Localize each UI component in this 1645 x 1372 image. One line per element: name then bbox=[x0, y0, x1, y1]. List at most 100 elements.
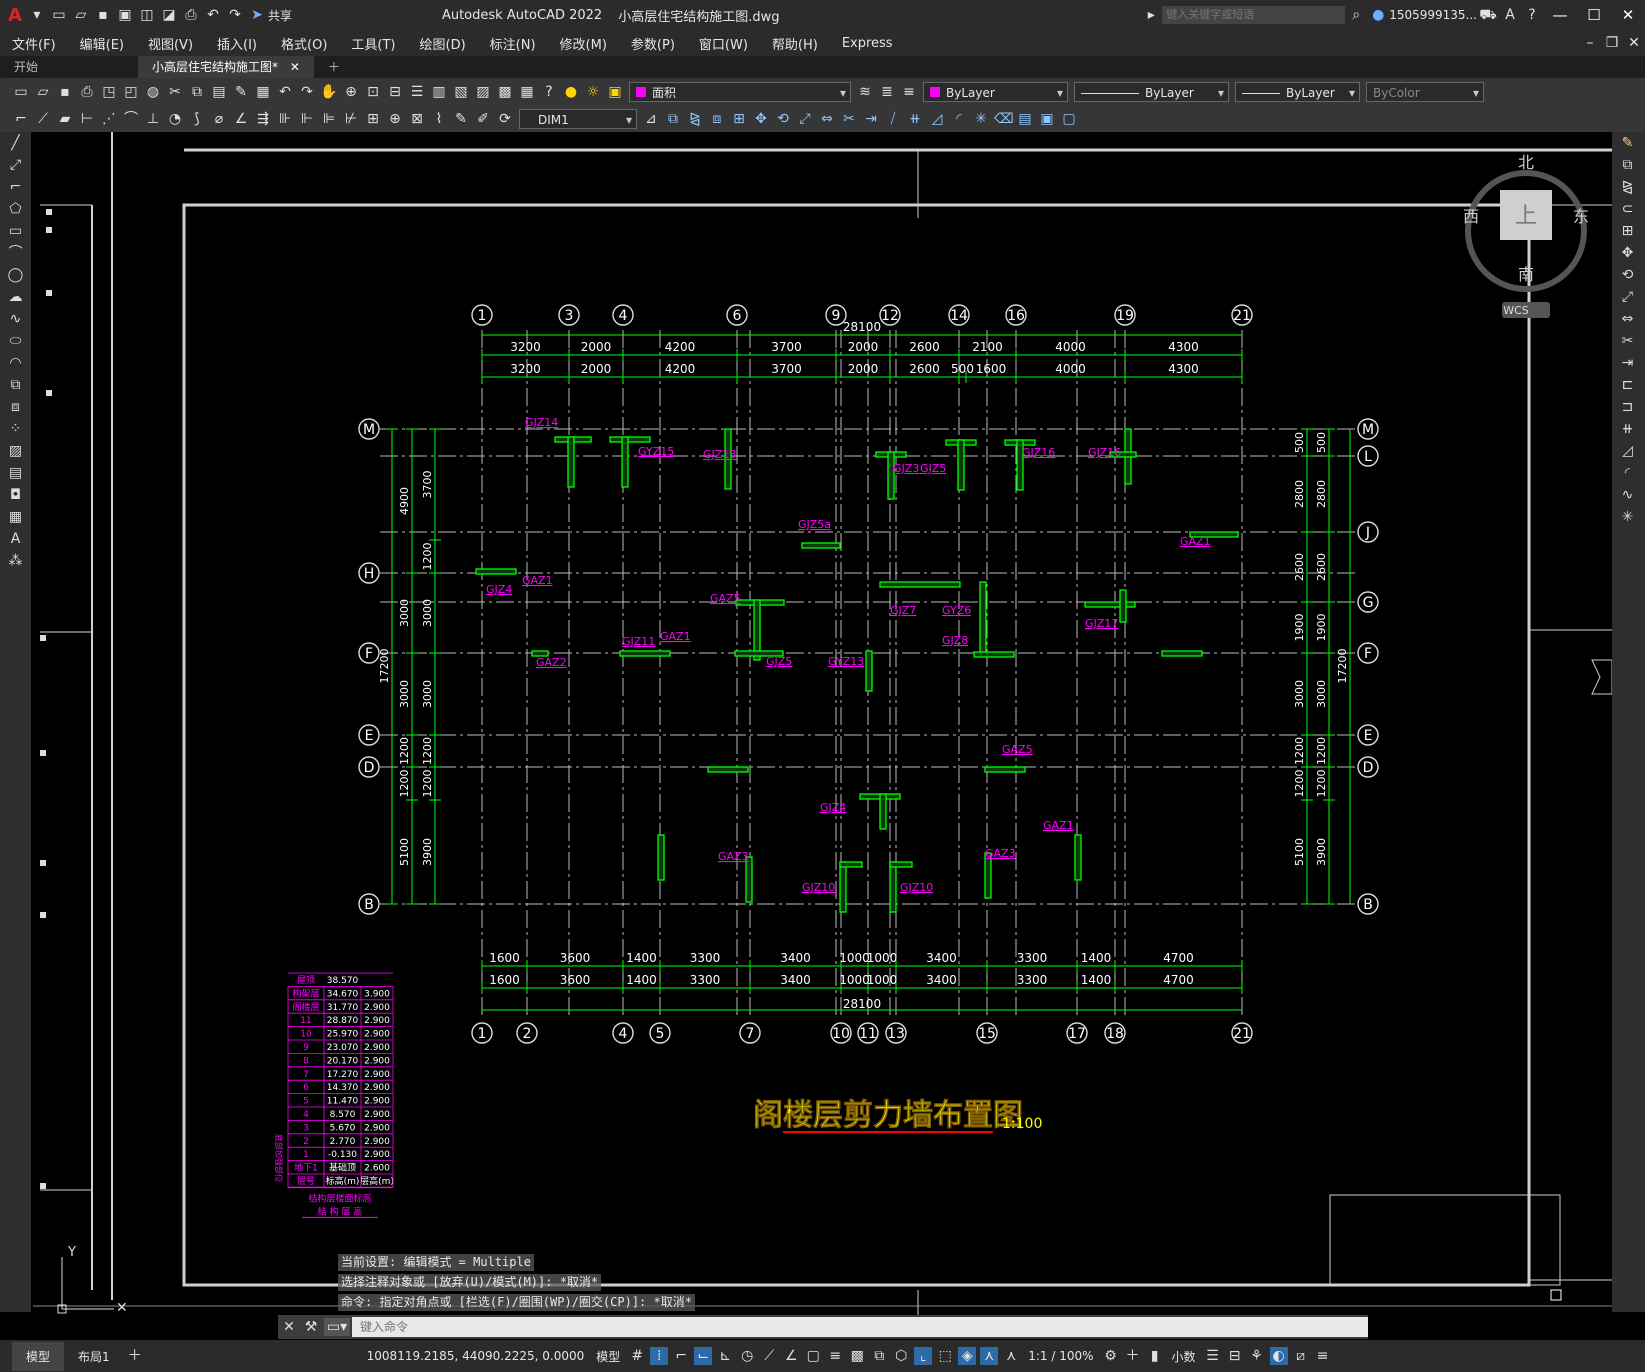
clean-screen-icon[interactable]: ⧄ bbox=[1292, 1347, 1310, 1365]
rotate-icon[interactable]: ⟲ bbox=[1612, 264, 1643, 286]
navbar-handle-icon[interactable] bbox=[1591, 659, 1612, 695]
break-tool-icon[interactable]: ⧸ bbox=[884, 110, 902, 128]
insert-block-icon[interactable]: ⧉ bbox=[0, 374, 31, 396]
command-recent-icon[interactable]: ▭▾ bbox=[324, 1318, 350, 1336]
menu-dimension[interactable]: 标注(N) bbox=[490, 34, 536, 53]
plot-icon[interactable]: ⎙ bbox=[78, 83, 96, 101]
settings-icon[interactable]: ⚙ bbox=[1102, 1347, 1120, 1365]
hatch-icon[interactable]: ▨ bbox=[0, 440, 31, 462]
new-file-icon[interactable]: ▭ bbox=[50, 6, 68, 24]
user-icon[interactable]: ● bbox=[1369, 6, 1387, 24]
erase-icon[interactable]: ✎ bbox=[1612, 132, 1643, 154]
viewcube-top[interactable]: 上 bbox=[1515, 204, 1537, 229]
chamfer-icon[interactable]: ◿ bbox=[1612, 440, 1643, 462]
print-icon[interactable]: ⎙ bbox=[182, 6, 200, 24]
menu-modify[interactable]: 修改(M) bbox=[560, 34, 607, 53]
array-tool-icon[interactable]: ⊞ bbox=[730, 110, 748, 128]
arc-icon[interactable]: ⌒ bbox=[0, 242, 31, 264]
maximize-icon[interactable]: ☐ bbox=[1577, 6, 1611, 24]
viewcube-west[interactable]: 西 bbox=[1463, 207, 1479, 226]
menu-window[interactable]: 窗口(W) bbox=[699, 34, 748, 53]
dynamic-input-icon[interactable]: ⌙ bbox=[694, 1347, 713, 1365]
dim-aligned-icon[interactable]: ⋰ bbox=[100, 110, 118, 128]
polar-tracking-icon[interactable]: ◷ bbox=[738, 1347, 756, 1365]
move-tool-icon[interactable]: ✥ bbox=[752, 110, 770, 128]
dim-update-icon[interactable]: ⟳ bbox=[496, 110, 514, 128]
blend-icon[interactable]: ∿ bbox=[1612, 484, 1643, 506]
plus-icon[interactable]: ＋ bbox=[1124, 1347, 1142, 1365]
construction-line-icon[interactable]: ⤢ bbox=[0, 154, 31, 176]
menu-edit[interactable]: 编辑(E) bbox=[80, 34, 124, 53]
save-toolbar-icon[interactable]: ▪ bbox=[56, 83, 74, 101]
tool-palettes-icon[interactable]: ▧ bbox=[452, 83, 470, 101]
erase-tool-icon[interactable]: ⌫ bbox=[994, 110, 1014, 128]
ellipse-icon[interactable]: ⬭ bbox=[0, 330, 31, 352]
copy-object-icon[interactable]: ⧉ bbox=[1612, 154, 1643, 176]
offset-tool-icon[interactable]: ⧈ bbox=[708, 110, 726, 128]
publish-icon[interactable]: ◰ bbox=[122, 83, 140, 101]
add-selected-icon[interactable]: ⁂ bbox=[0, 550, 31, 572]
join-icon[interactable]: ⧺ bbox=[1612, 418, 1643, 440]
polygon-icon[interactable]: ⬠ bbox=[0, 198, 31, 220]
share-icon[interactable]: ➤ bbox=[248, 6, 266, 24]
inspect-icon[interactable]: ⊠ bbox=[408, 110, 426, 128]
quick-dim-icon[interactable]: ⇶ bbox=[254, 110, 272, 128]
rotate-tool-icon[interactable]: ⟲ bbox=[774, 110, 792, 128]
stretch-tool-icon[interactable]: ⇔ bbox=[818, 110, 836, 128]
extend-icon[interactable]: ⇥ bbox=[1612, 352, 1643, 374]
isolate-objects-icon[interactable]: ⚘ bbox=[1248, 1347, 1266, 1365]
isodraft-icon[interactable]: ⟋ bbox=[760, 1347, 778, 1365]
selection-cycling-icon[interactable]: ⧉ bbox=[870, 1347, 888, 1365]
expand-arrow-icon[interactable]: ▸ bbox=[1142, 6, 1160, 24]
trim-tool-icon[interactable]: ✂ bbox=[840, 110, 858, 128]
zoom-realtime-icon[interactable]: ⊕ bbox=[342, 83, 360, 101]
match-prop-icon[interactable]: ✎ bbox=[232, 83, 250, 101]
point-icon[interactable]: ⁘ bbox=[0, 418, 31, 440]
layer-sun-icon[interactable]: ☼ bbox=[584, 83, 602, 101]
doc-minimize-icon[interactable]: – bbox=[1581, 34, 1599, 52]
break-point-icon[interactable]: ⊏ bbox=[1612, 374, 1643, 396]
zoom-window-icon[interactable]: ⊡ bbox=[364, 83, 382, 101]
units-icon[interactable]: ▮ bbox=[1146, 1347, 1164, 1365]
dimstyle-dropdown[interactable]: DIM1 bbox=[519, 108, 637, 130]
paste-icon[interactable]: ▤ bbox=[210, 83, 228, 101]
doc-close-icon[interactable]: ✕ bbox=[1625, 34, 1643, 52]
spline-icon[interactable]: ∿ bbox=[0, 308, 31, 330]
fillet-icon[interactable]: ◜ bbox=[1612, 462, 1643, 484]
infer-constraints-icon[interactable]: ⌐ bbox=[672, 1347, 690, 1365]
doc-restore-icon[interactable]: ❐ bbox=[1603, 34, 1621, 52]
make-block-icon[interactable]: ⧈ bbox=[0, 396, 31, 418]
selection-filter-icon[interactable]: ⬚ bbox=[936, 1347, 954, 1365]
help-icon[interactable]: ? bbox=[1523, 6, 1541, 24]
dim-space-icon[interactable]: ⊫ bbox=[320, 110, 338, 128]
dim-angular-icon[interactable]: ∠ bbox=[232, 110, 250, 128]
tab-start[interactable]: 开始 bbox=[0, 56, 138, 78]
mtext-icon[interactable]: A bbox=[0, 528, 31, 550]
menu-help[interactable]: 帮助(H) bbox=[772, 34, 818, 53]
command-customize-icon[interactable]: ⚒ bbox=[302, 1318, 320, 1336]
help-toolbar-icon[interactable]: ? bbox=[540, 83, 558, 101]
search-input[interactable] bbox=[1162, 6, 1346, 24]
design-center-icon[interactable]: ▥ bbox=[430, 83, 448, 101]
dim-diameter-icon[interactable]: ⌀ bbox=[210, 110, 228, 128]
dim-continue-icon[interactable]: ⊩ bbox=[298, 110, 316, 128]
dim-radius-icon[interactable]: ◔ bbox=[166, 110, 184, 128]
line-icon[interactable]: ╱ bbox=[0, 132, 31, 154]
save-icon[interactable]: ▪ bbox=[94, 6, 112, 24]
menu-draw[interactable]: 绘图(D) bbox=[420, 34, 466, 53]
ortho-mode-icon[interactable]: ⊾ bbox=[716, 1347, 734, 1365]
transparency-icon[interactable]: ▩ bbox=[848, 1347, 866, 1365]
explode-icon[interactable]: ✳ bbox=[1612, 506, 1643, 528]
add-layout-icon[interactable]: ＋ bbox=[126, 1347, 144, 1365]
viewcube-east[interactable]: 东 bbox=[1573, 207, 1589, 226]
undo-icon[interactable]: ↶ bbox=[204, 6, 222, 24]
pan-icon[interactable]: ✋ bbox=[320, 83, 338, 101]
jogged-linear-icon[interactable]: ⌇ bbox=[430, 110, 448, 128]
scale-tool-icon[interactable]: ⤢ bbox=[796, 110, 814, 128]
preview-icon[interactable]: ◳ bbox=[100, 83, 118, 101]
gizmo-icon[interactable]: ◈ bbox=[958, 1347, 977, 1365]
dim-baseline-icon[interactable]: ⊪ bbox=[276, 110, 294, 128]
layer-dropdown[interactable]: 面积 bbox=[629, 81, 851, 103]
layer-prop-icon[interactable]: ≋ bbox=[856, 83, 874, 101]
search-icon[interactable]: ⌕ bbox=[1347, 6, 1365, 24]
